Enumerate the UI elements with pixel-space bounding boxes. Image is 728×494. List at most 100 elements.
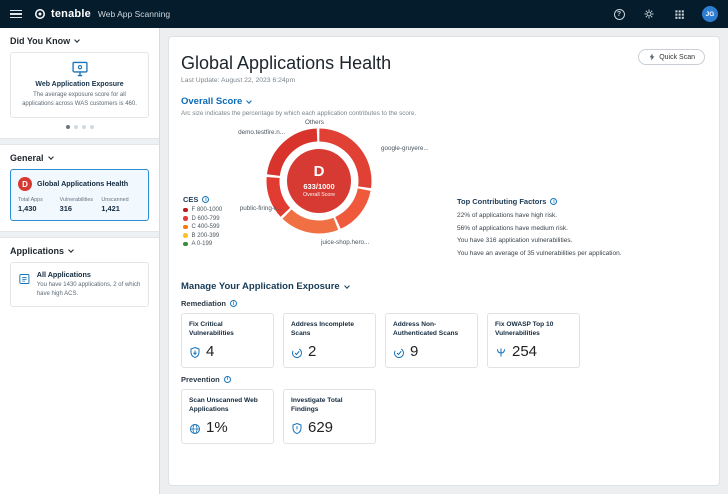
- did-you-know-header[interactable]: Did You Know: [0, 28, 159, 52]
- factor-item: You have an average of 35 vulnerabilitie…: [457, 248, 707, 261]
- carousel-dot[interactable]: [90, 125, 94, 129]
- did-you-know-card-text: The average exposure score for all appli…: [17, 91, 142, 109]
- stat-total-apps: Total Apps 1,430: [18, 197, 58, 213]
- grade-badge: D: [18, 177, 32, 191]
- card-address-non-authenticated-scans[interactable]: Address Non-Authenticated Scans 9: [385, 313, 478, 368]
- metric-title: Address Incomplete Scans: [291, 321, 368, 339]
- info-icon[interactable]: [230, 300, 237, 307]
- stat-vulnerabilities: Vulnerabilities 316: [60, 197, 100, 213]
- last-update: Last Update: August 22, 2023 6:24pm: [181, 77, 707, 84]
- topbar: tenable Web App Scanning JG: [0, 0, 728, 28]
- all-applications-text: You have 1430 applications, 2 of which h…: [37, 281, 141, 299]
- card-fix-critical-vulnerabilities[interactable]: Fix Critical Vulnerabilities 4: [181, 313, 274, 368]
- tenable-logo[interactable]: tenable Web App Scanning: [34, 8, 170, 20]
- general-header[interactable]: General: [0, 145, 159, 169]
- menu-icon[interactable]: [10, 10, 22, 19]
- card-scan-unscanned-web-applications[interactable]: Scan Unscanned Web Applications 1%: [181, 389, 274, 444]
- legend-dot: [183, 208, 188, 213]
- help-icon[interactable]: [612, 7, 626, 21]
- overall-score-title: Overall Score: [181, 96, 242, 107]
- lightning-icon: [648, 53, 656, 61]
- info-icon[interactable]: [224, 376, 231, 383]
- metric-value: 2: [308, 344, 316, 359]
- settings-gear-icon[interactable]: [642, 7, 656, 21]
- metric-value: 9: [410, 344, 418, 359]
- section-divider: [0, 138, 159, 145]
- donut-label-juice-shop: juice-shop.hero...: [321, 239, 369, 246]
- overall-score-chart: D 633/1000 Overall Score Others demo.tes…: [181, 119, 707, 277]
- all-applications-title: All Applications: [37, 270, 141, 279]
- legend-row: B 200-399: [183, 233, 222, 239]
- score-donut-chart[interactable]: D 633/1000 Overall Score: [261, 123, 377, 239]
- manage-exposure-header[interactable]: Manage Your Application Exposure: [181, 281, 707, 292]
- dashboard-card-title: Global Applications Health: [37, 180, 128, 189]
- info-icon[interactable]: [202, 196, 209, 203]
- legend-dot: [183, 242, 188, 247]
- metric-value: 629: [308, 420, 333, 435]
- section-divider: [0, 231, 159, 238]
- brand-name: tenable: [51, 8, 91, 20]
- legend-dot: [183, 225, 188, 230]
- metric-title: Fix Critical Vulnerabilities: [189, 321, 266, 339]
- chevron-down-icon: [48, 154, 54, 160]
- score-center: D 633/1000 Overall Score: [287, 149, 351, 213]
- donut-label-demo-testfire: demo.testfire.n...: [199, 129, 285, 136]
- did-you-know-card-title: Web Application Exposure: [17, 81, 142, 88]
- metric-value: 4: [206, 344, 214, 359]
- globe-icon: [189, 423, 201, 435]
- applications-header[interactable]: Applications: [0, 238, 159, 262]
- info-icon[interactable]: [550, 198, 557, 205]
- page-title: Global Applications Health: [181, 53, 707, 74]
- incomplete-scan-icon: [291, 347, 303, 359]
- top-contributing-factors: Top Contributing Factors 22% of applicat…: [457, 197, 707, 261]
- quick-scan-label: Quick Scan: [659, 54, 695, 61]
- carousel-dot[interactable]: [82, 125, 86, 129]
- sidebar-item-global-applications-health[interactable]: D Global Applications Health Total Apps …: [10, 169, 149, 221]
- legend-dot: [183, 216, 188, 221]
- sidebar: Did You Know Web Application Exposure Th…: [0, 28, 160, 494]
- carousel-dot[interactable]: [66, 125, 70, 129]
- tenable-logo-icon: [34, 8, 46, 20]
- card-address-incomplete-scans[interactable]: Address Incomplete Scans 2: [283, 313, 376, 368]
- shield-down-icon: [189, 346, 201, 359]
- manage-exposure-title: Manage Your Application Exposure: [181, 281, 340, 292]
- remediation-label: Remediation: [181, 299, 707, 308]
- card-fix-owasp-top10[interactable]: Fix OWASP Top 10 Vulnerabilities 254: [487, 313, 580, 368]
- score-label: Overall Score: [303, 192, 335, 198]
- owasp-wasp-icon: [495, 346, 507, 359]
- score-grade: D: [314, 164, 325, 181]
- donut-label-others: Others: [305, 119, 324, 126]
- chevron-down-icon: [68, 247, 74, 253]
- metric-title: Fix OWASP Top 10 Vulnerabilities: [495, 321, 572, 339]
- non-authenticated-scan-icon: [393, 347, 405, 359]
- prevention-label: Prevention: [181, 375, 707, 384]
- sidebar-item-all-applications[interactable]: All Applications You have 1430 applicati…: [10, 262, 149, 307]
- overall-score-subtitle: Arc size indicates the percentage by whi…: [181, 110, 707, 117]
- legend-row: C 400-599: [183, 224, 222, 230]
- overall-score-header[interactable]: Overall Score: [181, 96, 707, 107]
- prevention-cards: Scan Unscanned Web Applications 1% Inves…: [181, 389, 707, 444]
- factor-item: 22% of applications have high risk.: [457, 210, 707, 223]
- card-investigate-total-findings[interactable]: Investigate Total Findings 629: [283, 389, 376, 444]
- score-value: 633/1000: [303, 182, 334, 191]
- factor-item: You have 316 application vulnerabilities…: [457, 235, 707, 248]
- metric-title: Scan Unscanned Web Applications: [189, 397, 266, 415]
- ces-title: CES: [183, 195, 198, 204]
- chevron-down-icon: [246, 98, 252, 104]
- did-you-know-card[interactable]: Web Application Exposure The average exp…: [10, 52, 149, 118]
- metric-title: Investigate Total Findings: [291, 397, 368, 415]
- shield-icon: [291, 422, 303, 435]
- factor-item: 56% of applications have medium risk.: [457, 223, 707, 236]
- carousel-dots: [0, 118, 159, 138]
- user-avatar[interactable]: JG: [702, 6, 718, 22]
- legend-row: D 600-799: [183, 216, 222, 222]
- ces-legend: CES F 800-1000 D 600-799 C 400-599: [183, 195, 222, 250]
- app-grid-icon[interactable]: [672, 7, 686, 21]
- metric-title: Address Non-Authenticated Scans: [393, 321, 470, 339]
- web-app-exposure-icon: [71, 61, 89, 77]
- metric-value: 254: [512, 344, 537, 359]
- factors-title: Top Contributing Factors: [457, 197, 546, 206]
- quick-scan-button[interactable]: Quick Scan: [638, 49, 705, 65]
- main-area: Quick Scan Global Applications Health La…: [160, 28, 728, 494]
- carousel-dot[interactable]: [74, 125, 78, 129]
